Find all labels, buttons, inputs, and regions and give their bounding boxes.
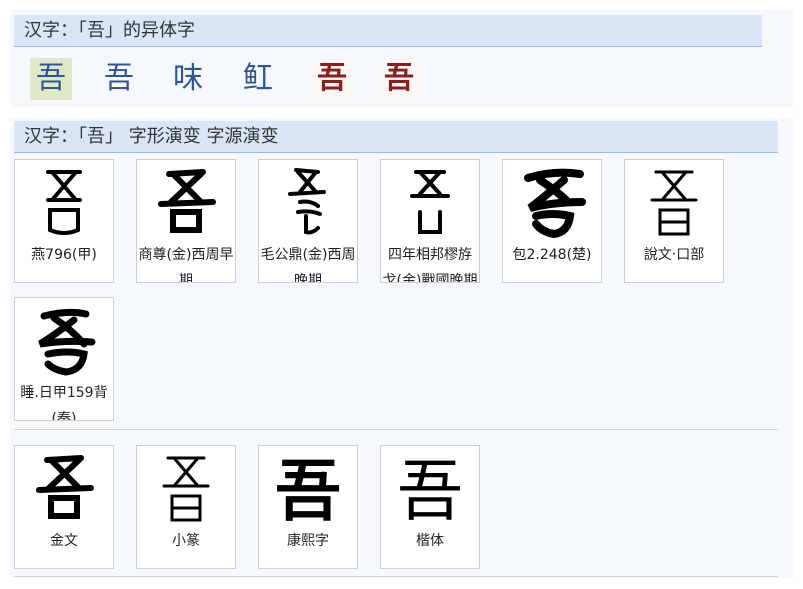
bronze-glyph-icon bbox=[381, 166, 479, 246]
glyph-form-caption: 毛公鼎(金)西周晚期 bbox=[260, 247, 356, 282]
glyph-form-card[interactable]: 毛公鼎(金)西周晚期 bbox=[258, 159, 358, 283]
glyph-form-caption: 燕796(甲) bbox=[31, 247, 97, 263]
variant-character[interactable]: 吾 bbox=[378, 58, 420, 100]
section-divider bbox=[14, 429, 778, 430]
variants-panel: 汉字：「吾」的异体字 吾 吾 𠰌 𫚉 吾 吾 bbox=[10, 10, 793, 107]
script-form-caption: 小篆 bbox=[172, 533, 200, 549]
oracle-bone-glyph-icon bbox=[15, 166, 113, 246]
seal-glyph-icon bbox=[625, 166, 723, 246]
glyph-form-card[interactable]: 燕796(甲) bbox=[14, 159, 114, 283]
glyph-form-card[interactable]: 商尊(金)西周早期 bbox=[136, 159, 236, 283]
seal-glyph-icon bbox=[137, 452, 235, 532]
variant-character[interactable]: 𠰌 bbox=[167, 58, 209, 100]
variant-character[interactable]: 吾 bbox=[30, 58, 72, 100]
script-form-caption: 金文 bbox=[50, 533, 78, 549]
glyph-form-caption: 說文‧口部 bbox=[643, 247, 705, 263]
glyph-form-card[interactable]: 睡.日甲159背(秦) bbox=[14, 297, 114, 421]
glyph-form-card[interactable]: 包2.248(楚) bbox=[502, 159, 602, 283]
script-form-card[interactable]: 吾 康熙字 bbox=[258, 445, 358, 569]
bronze-glyph-icon bbox=[137, 166, 235, 246]
glyph-form-card[interactable]: 四年相邦樛斿戈(金)戰國晚期 bbox=[380, 159, 480, 283]
kangxi-glyph-icon: 吾 bbox=[259, 452, 357, 532]
kangxi-glyph: 吾 bbox=[275, 453, 341, 530]
bronze-glyph-icon bbox=[259, 166, 357, 246]
regular-script-glyph: 吾 bbox=[397, 453, 463, 530]
glyph-form-caption: 四年相邦樛斿戈(金)戰國晚期 bbox=[382, 247, 478, 282]
section-divider bbox=[14, 576, 778, 577]
script-form-card[interactable]: 金文 bbox=[14, 445, 114, 569]
script-form-caption: 康熙字 bbox=[287, 533, 329, 549]
evolution-panel: 汉字：「吾」 字形演变 字源演变 燕796(甲) 商尊(金)西周早期 毛公鼎(金… bbox=[10, 118, 793, 578]
glyph-form-caption: 睡.日甲159背(秦) bbox=[20, 385, 108, 420]
variants-section-title: 汉字：「吾」的异体字 bbox=[14, 15, 762, 47]
variant-character[interactable]: 吾 bbox=[98, 58, 140, 100]
chu-bamboo-glyph-icon bbox=[503, 166, 601, 246]
qin-bamboo-glyph-icon bbox=[15, 304, 113, 384]
script-form-card[interactable]: 吾 楷体 bbox=[380, 445, 480, 569]
glyph-form-caption: 商尊(金)西周早期 bbox=[138, 247, 234, 282]
glyph-form-caption: 包2.248(楚) bbox=[512, 247, 592, 263]
script-form-card[interactable]: 小篆 bbox=[136, 445, 236, 569]
variant-character[interactable]: 𫚉 bbox=[237, 58, 279, 100]
glyph-form-card[interactable]: 說文‧口部 bbox=[624, 159, 724, 283]
regular-script-glyph-icon: 吾 bbox=[381, 452, 479, 532]
bronze-glyph-icon bbox=[15, 452, 113, 532]
script-form-caption: 楷体 bbox=[416, 533, 444, 549]
variant-character[interactable]: 吾 bbox=[311, 58, 353, 100]
evolution-section-title: 汉字：「吾」 字形演变 字源演变 bbox=[14, 121, 778, 153]
